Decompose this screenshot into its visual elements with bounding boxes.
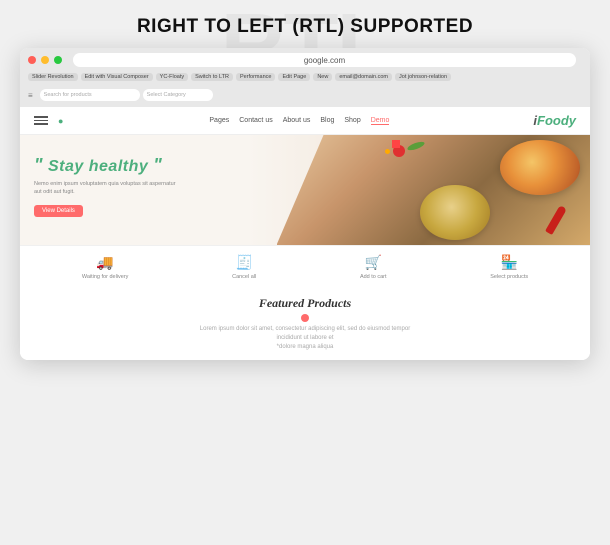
category-select[interactable]: Select Category <box>143 89 213 101</box>
maximize-button[interactable] <box>54 56 62 64</box>
browser-search-bar: ≡ Search for products Select Category <box>28 88 582 102</box>
toolbar-item-6[interactable]: Edit Page <box>278 73 310 81</box>
nav-item-about[interactable]: About us <box>283 117 311 125</box>
site-nav: ● Pages Contact us About us Blog Shop De… <box>20 107 590 135</box>
site-nav-left: ● <box>34 116 65 126</box>
featured-products-section: Featured Products Lorem ipsum dolor sit … <box>20 288 590 360</box>
hero-cta-button[interactable]: View Details <box>34 205 83 217</box>
products-icon: 🏪 <box>500 254 517 271</box>
hamburger-menu[interactable] <box>34 116 48 125</box>
close-button[interactable] <box>28 56 36 64</box>
featured-subtitle-2: *dolore magna aliqua <box>195 343 415 352</box>
cancel-icon: 🧾 <box>235 254 252 271</box>
featured-subtitle-1: Lorem ipsum dolor sit amet, consectetur … <box>195 325 415 343</box>
food-bowl-2 <box>420 185 490 240</box>
features-bar: 🚚 Waiting for delivery 🧾 Cancel all 🛒 Ad… <box>20 245 590 288</box>
toolbar-item-5[interactable]: Performance <box>236 73 276 81</box>
feature-cancel-label: Cancel all <box>232 274 256 280</box>
feature-cancel: 🧾 Cancel all <box>232 254 256 280</box>
nav-item-blog[interactable]: Blog <box>320 117 334 125</box>
url-text: google.com <box>304 56 345 65</box>
nav-item-shop[interactable]: Shop <box>344 117 360 125</box>
site-nav-menu: Pages Contact us About us Blog Shop Demo <box>209 117 389 125</box>
feature-products: 🏪 Select products <box>490 254 528 280</box>
cart-icon: 🛒 <box>365 254 382 271</box>
site-logo: iFoody <box>533 113 576 128</box>
url-bar[interactable]: google.com <box>73 53 576 67</box>
toolbar-item-3[interactable]: YC-Floaty <box>156 73 188 81</box>
nav-item-contact[interactable]: Contact us <box>239 117 272 125</box>
browser-titlebar: google.com <box>28 53 582 67</box>
hero-content: " Stay healthy " Nemo enim ipsum volupta… <box>34 155 184 217</box>
feature-delivery-label: Waiting for delivery <box>82 274 129 280</box>
spice-decor <box>385 149 390 154</box>
quote-open: " <box>34 155 43 175</box>
toolbar-item-4[interactable]: Switch to LTR <box>191 73 233 81</box>
hero-subtext: Nemo enim ipsum voluptatem quia voluptas… <box>34 180 184 197</box>
featured-dot-divider <box>301 314 309 322</box>
browser-chrome: google.com Slider Revolution Edit with V… <box>20 48 590 107</box>
quote-close: " <box>153 155 162 175</box>
feature-cart: 🛒 Add to cart <box>360 254 387 280</box>
toolbar-item-2[interactable]: Edit with Visual Composer <box>81 73 153 81</box>
logo-text: Foody <box>537 113 576 128</box>
featured-title: Featured Products <box>34 296 576 311</box>
toolbar-user-name: Jot johnson-relation <box>395 73 451 81</box>
food-bowl-1 <box>500 140 580 195</box>
hero-quote-text: Stay healthy <box>48 158 148 175</box>
nav-icon: ● <box>58 116 63 126</box>
delivery-icon: 🚚 <box>96 254 113 271</box>
page-title: RIGHT TO LEFT (RTL) SUPPORTED <box>10 16 600 38</box>
hero-quote: " Stay healthy " <box>34 155 184 176</box>
feature-products-label: Select products <box>490 274 528 280</box>
toolbar-item-7[interactable]: New <box>313 73 332 81</box>
search-input[interactable]: Search for products <box>40 89 140 101</box>
toolbar-item-1[interactable]: Slider Revolution <box>28 73 78 81</box>
category-placeholder: Select Category <box>147 92 186 98</box>
minimize-button[interactable] <box>41 56 49 64</box>
feature-delivery: 🚚 Waiting for delivery <box>82 254 129 280</box>
feature-cart-label: Add to cart <box>360 274 387 280</box>
browser-window: google.com Slider Revolution Edit with V… <box>20 48 590 360</box>
tomato-2 <box>392 140 400 148</box>
hero-banner: " Stay healthy " Nemo enim ipsum volupta… <box>20 135 590 245</box>
search-placeholder: Search for products <box>44 92 92 98</box>
toolbar-user-email: email@domain.com <box>335 73 392 81</box>
nav-item-pages[interactable]: Pages <box>209 117 229 125</box>
nav-item-demo[interactable]: Demo <box>371 117 390 125</box>
browser-toolbar: Slider Revolution Edit with Visual Compo… <box>28 70 582 84</box>
